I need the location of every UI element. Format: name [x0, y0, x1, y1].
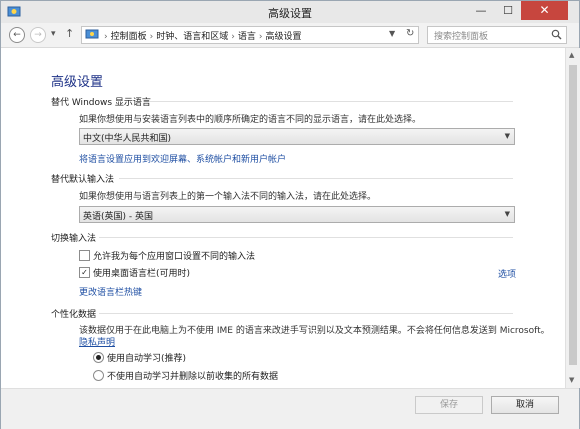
control-panel-icon — [85, 29, 99, 39]
save-button[interactable]: 保存 — [415, 396, 483, 414]
chevron-down-icon: ▼ — [504, 210, 510, 218]
scrollbar-thumb[interactable] — [569, 65, 577, 365]
settings-content: 高级设置 替代 Windows 显示语言 如果你想使用与安装语言列表中的顺序所确… — [1, 48, 565, 388]
default-input-dropdown[interactable]: 英语(英国) - 英国 ▼ — [79, 206, 515, 223]
display-language-description: 如果你想使用与安装语言列表中的顺序所确定的语言不同的显示语言，请在此处选择。 — [79, 115, 422, 125]
display-language-value: 中文(中华人民共和国) — [83, 134, 172, 144]
chevron-down-icon: ▼ — [504, 132, 510, 140]
section-divider — [99, 237, 513, 238]
back-button[interactable]: ← — [9, 27, 25, 43]
disable-auto-learning-radio[interactable] — [93, 370, 104, 381]
auto-learning-label[interactable]: 使用自动学习(推荐) — [107, 351, 186, 364]
breadcrumb-advanced-settings[interactable]: 高级设置 — [265, 32, 301, 42]
personalization-description: 该数据仅用于在此电脑上为不使用 IME 的语言来改进手写识别以及文本预测结果。不… — [79, 326, 550, 336]
breadcrumb-separator[interactable]: › — [231, 32, 235, 42]
display-language-header: 替代 Windows 显示语言 — [51, 98, 151, 108]
advanced-settings-window: 高级设置 — ☐ ✕ ← → ▾ ↑ › 控制面板 › 时钟、语言和区域 › 语言 › 高级设… — [0, 0, 580, 429]
desktop-language-bar-checkbox[interactable]: ✓ — [79, 267, 90, 278]
change-hotkeys-link[interactable]: 更改语言栏热键 — [79, 285, 142, 298]
address-bar[interactable]: › 控制面板 › 时钟、语言和区域 › 语言 › 高级设置 ▼ ↻ — [81, 26, 419, 44]
section-divider — [149, 101, 513, 102]
section-divider — [119, 178, 513, 179]
search-icon[interactable] — [551, 29, 562, 40]
close-button[interactable]: ✕ — [521, 1, 568, 20]
section-divider — [99, 313, 513, 314]
breadcrumb-control-panel[interactable]: 控制面板 — [111, 32, 147, 42]
breadcrumb-separator: › — [104, 32, 108, 42]
up-button[interactable]: ↑ — [65, 27, 74, 40]
auto-learning-radio[interactable] — [93, 352, 104, 363]
breadcrumb-clock-language-region[interactable]: 时钟、语言和区域 — [156, 32, 228, 42]
recent-locations-icon[interactable]: ▾ — [51, 29, 56, 39]
search-input[interactable]: 搜索控制面板 — [434, 29, 488, 42]
cancel-button[interactable]: 取消 — [491, 396, 559, 414]
minimize-button[interactable]: — — [467, 1, 495, 20]
personalization-header: 个性化数据 — [51, 310, 97, 320]
privacy-statement-link[interactable]: 隐私声明 — [79, 335, 115, 348]
switching-input-header: 切换输入法 — [51, 234, 97, 244]
page-title: 高级设置 — [51, 75, 104, 90]
breadcrumb-separator[interactable]: › — [150, 32, 154, 42]
address-dropdown-icon[interactable]: ▼ — [389, 29, 395, 38]
navigation-bar: ← → ▾ ↑ › 控制面板 › 时钟、语言和区域 › 语言 › 高级设置 ▼ ↻ 搜索控制面… — [1, 23, 579, 48]
per-app-input-checkbox[interactable] — [79, 250, 90, 261]
breadcrumb: › 控制面板 › 时钟、语言和区域 › 语言 › 高级设置 — [101, 29, 302, 42]
search-box[interactable]: 搜索控制面板 — [427, 26, 567, 44]
breadcrumb-language[interactable]: 语言 — [238, 32, 256, 42]
apply-language-settings-link[interactable]: 将语言设置应用到欢迎屏幕、系统帐户和新用户帐户 — [79, 152, 286, 165]
disable-auto-learning-label[interactable]: 不使用自动学习并删除以前收集的所有数据 — [107, 369, 278, 382]
default-input-header: 替代默认输入法 — [51, 175, 115, 185]
default-input-value: 英语(英国) - 英国 — [83, 212, 153, 222]
radio-selected-dot — [96, 355, 101, 360]
per-app-input-label[interactable]: 允许我为每个应用窗口设置不同的输入法 — [93, 249, 255, 262]
display-language-dropdown[interactable]: 中文(中华人民共和国) ▼ — [79, 128, 515, 145]
dialog-footer: 保存 取消 — [1, 388, 579, 429]
default-input-description: 如果你想使用与语言列表上的第一个输入法不同的输入法，请在此处选择。 — [79, 192, 377, 202]
title-bar[interactable]: 高级设置 — ☐ ✕ — [1, 1, 579, 23]
vertical-scrollbar[interactable]: ▲ ▼ — [565, 48, 580, 388]
breadcrumb-separator[interactable]: › — [259, 32, 263, 42]
language-bar-options-link[interactable]: 选项 — [498, 267, 516, 280]
maximize-button[interactable]: ☐ — [495, 1, 521, 20]
desktop-language-bar-label[interactable]: 使用桌面语言栏(可用时) — [93, 266, 190, 279]
scroll-up-icon[interactable]: ▲ — [569, 51, 574, 59]
refresh-icon[interactable]: ↻ — [406, 28, 414, 39]
forward-button[interactable]: → — [30, 27, 46, 43]
scroll-down-icon[interactable]: ▼ — [569, 376, 574, 384]
